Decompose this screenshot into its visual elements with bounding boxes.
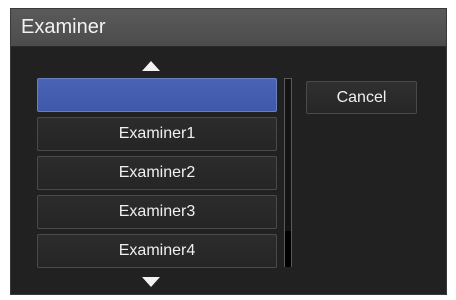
scroll-up-icon[interactable] — [139, 59, 163, 73]
list-item-examiner4[interactable]: Examiner4 — [37, 234, 277, 268]
list-item-label: Examiner2 — [118, 164, 196, 181]
dialog-title: Examiner — [21, 16, 106, 38]
scrollbar-thumb[interactable] — [285, 231, 291, 267]
title-bar: Examiner — [11, 9, 446, 47]
scroll-down-icon[interactable] — [139, 275, 163, 289]
cancel-button[interactable]: Cancel — [306, 81, 417, 114]
list-item-label: Examiner4 — [118, 242, 196, 259]
list-item-examiner3[interactable]: Examiner3 — [37, 195, 277, 229]
list-item-label: Examiner3 — [118, 203, 196, 220]
list-item-selected[interactable] — [37, 78, 277, 112]
cancel-button-label: Cancel — [336, 88, 387, 106]
list-scrollbar[interactable] — [284, 78, 292, 267]
list-item-examiner1[interactable]: Examiner1 — [37, 117, 277, 151]
examiner-dialog: Examiner Examiner1 Examiner2 Examiner3 E… — [10, 8, 447, 295]
list-item-examiner2[interactable]: Examiner2 — [37, 156, 277, 190]
list-item-label: Examiner1 — [118, 125, 196, 142]
